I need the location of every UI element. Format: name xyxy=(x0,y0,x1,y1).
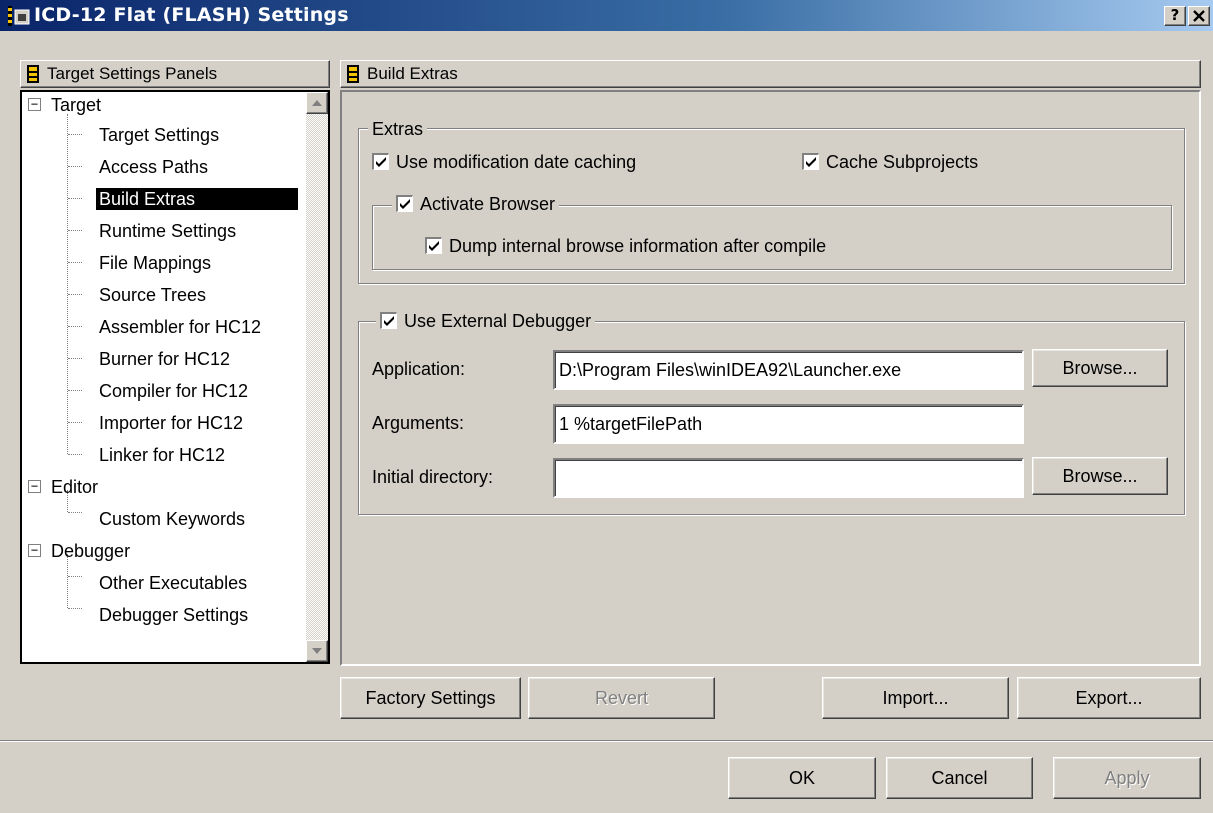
arguments-input[interactable]: 1 %targetFilePath xyxy=(553,404,1024,444)
expand-debugger-icon[interactable]: − xyxy=(28,544,41,557)
close-icon xyxy=(1193,10,1205,22)
checkmark-icon xyxy=(429,241,439,251)
right-panel-header: Build Extras xyxy=(340,60,1201,88)
tree-item-runtime-settings[interactable]: Runtime Settings xyxy=(96,220,239,242)
checkbox-box[interactable] xyxy=(425,237,442,254)
window-title: ICD-12 Flat (FLASH) Settings xyxy=(34,4,349,26)
checkmark-icon xyxy=(384,316,394,326)
dump-browse-info-label: Dump internal browse information after c… xyxy=(449,236,827,256)
left-panel-header: Target Settings Panels xyxy=(20,60,330,88)
expand-editor-icon[interactable]: − xyxy=(28,480,41,493)
tree-item-debugger-settings[interactable]: Debugger Settings xyxy=(96,604,251,626)
application-label: Application: xyxy=(372,359,466,379)
use-mod-date-caching-checkbox[interactable]: Use modification date caching xyxy=(372,151,636,173)
checkmark-icon xyxy=(806,157,816,167)
tree-item-source-trees[interactable]: Source Trees xyxy=(96,284,209,306)
import-button[interactable]: Import... xyxy=(822,677,1009,719)
application-input[interactable]: D:\Program Files\winIDEA92\Launcher.exe xyxy=(553,350,1024,390)
tree-item-importer[interactable]: Importer for HC12 xyxy=(96,412,246,434)
tree-item-burner[interactable]: Burner for HC12 xyxy=(96,348,233,370)
tree-item-editor[interactable]: Editor xyxy=(48,476,101,498)
tree-scrollbar[interactable] xyxy=(306,92,328,662)
checkbox-box[interactable] xyxy=(802,153,819,170)
extras-legend: Extras xyxy=(368,118,428,140)
cache-subprojects-checkbox[interactable]: Cache Subprojects xyxy=(802,151,978,173)
arguments-label: Arguments: xyxy=(372,413,465,433)
cache-subprojects-label: Cache Subprojects xyxy=(826,152,979,172)
factory-settings-button[interactable]: Factory Settings xyxy=(340,677,521,719)
panel-icon xyxy=(347,65,359,83)
initial-directory-label: Initial directory: xyxy=(372,467,494,487)
checkmark-icon xyxy=(376,157,386,167)
use-external-debugger-label: Use External Debugger xyxy=(404,311,592,331)
tree-item-custom-keywords[interactable]: Custom Keywords xyxy=(96,508,248,530)
tree-item-assembler[interactable]: Assembler for HC12 xyxy=(96,316,264,338)
settings-tree[interactable]: − Target Target Settings Access Paths Bu… xyxy=(20,90,330,664)
browse-initial-directory-button[interactable]: Browse... xyxy=(1032,457,1168,495)
tree-item-target[interactable]: Target xyxy=(48,94,104,116)
export-button[interactable]: Export... xyxy=(1017,677,1201,719)
panel-icon xyxy=(27,65,39,83)
activate-browser-checkbox[interactable]: Activate Browser xyxy=(392,193,560,215)
arrow-up-icon xyxy=(312,100,322,106)
use-external-debugger-checkbox[interactable]: Use External Debugger xyxy=(376,310,596,332)
dump-browse-info-checkbox[interactable]: Dump internal browse information after c… xyxy=(425,235,826,257)
use-mod-date-caching-label: Use modification date caching xyxy=(396,152,637,172)
activate-browser-label: Activate Browser xyxy=(420,194,556,214)
expand-target-icon[interactable]: − xyxy=(28,98,41,111)
checkmark-icon xyxy=(400,199,410,209)
title-bar[interactable]: ICD-12 Flat (FLASH) Settings ? xyxy=(0,0,1213,32)
tree-item-linker[interactable]: Linker for HC12 xyxy=(96,444,228,466)
initial-directory-input[interactable] xyxy=(553,458,1024,498)
right-panel-title: Build Extras xyxy=(367,64,458,83)
app-icon xyxy=(8,6,30,26)
apply-button[interactable]: Apply xyxy=(1053,757,1201,799)
tree-item-build-extras[interactable]: Build Extras xyxy=(96,188,298,210)
close-button[interactable] xyxy=(1188,6,1210,26)
tree-item-compiler[interactable]: Compiler for HC12 xyxy=(96,380,251,402)
revert-button[interactable]: Revert xyxy=(528,677,715,719)
cancel-button[interactable]: Cancel xyxy=(886,757,1033,799)
tree-item-access-paths[interactable]: Access Paths xyxy=(96,156,211,178)
browse-application-button[interactable]: Browse... xyxy=(1032,349,1168,387)
tree-item-file-mappings[interactable]: File Mappings xyxy=(96,252,214,274)
arrow-down-icon xyxy=(312,648,322,654)
checkbox-box[interactable] xyxy=(372,153,389,170)
left-panel-title: Target Settings Panels xyxy=(47,64,218,83)
checkbox-box[interactable] xyxy=(396,195,413,212)
checkbox-box[interactable] xyxy=(380,312,397,329)
tree-item-other-executables[interactable]: Other Executables xyxy=(96,572,250,594)
separator xyxy=(0,740,1213,742)
tree-item-debugger[interactable]: Debugger xyxy=(48,540,133,562)
tree-item-target-settings[interactable]: Target Settings xyxy=(96,124,222,146)
ok-button[interactable]: OK xyxy=(728,757,876,799)
scroll-down-button[interactable] xyxy=(306,640,328,662)
scroll-up-button[interactable] xyxy=(306,92,328,114)
help-button[interactable]: ? xyxy=(1164,6,1186,26)
